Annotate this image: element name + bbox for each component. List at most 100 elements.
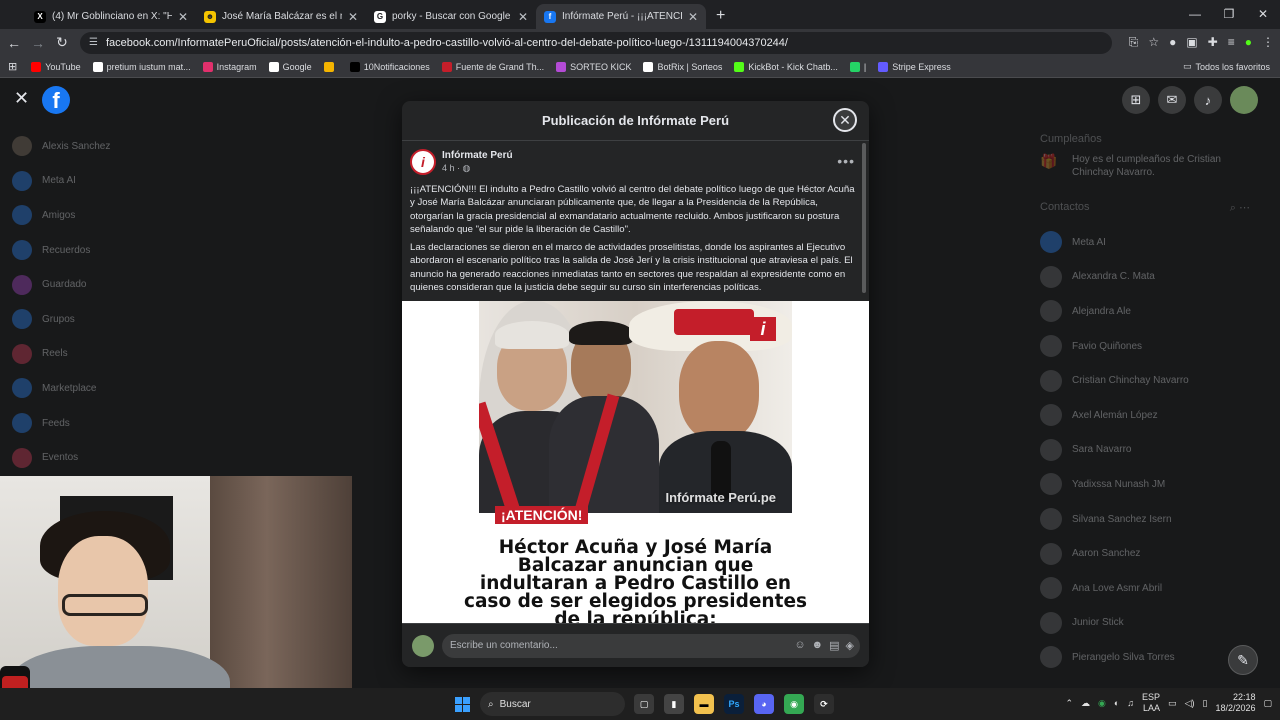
sidebar-item[interactable]: Recuerdos (0, 233, 380, 268)
facebook-logo-icon[interactable]: f (42, 86, 70, 114)
reading-list-icon[interactable]: ≡ (1228, 35, 1235, 50)
bookmark-item[interactable] (323, 61, 338, 72)
contact-item[interactable]: Meta AI (1040, 225, 1270, 260)
menu-dots-icon[interactable]: ⋮ (1262, 35, 1274, 50)
new-tab-button[interactable]: + (706, 7, 735, 29)
sidebar-item[interactable]: Feeds (0, 406, 380, 441)
site-info-icon[interactable]: ☰ (89, 37, 98, 48)
address-bar[interactable]: ☰ facebook.com/InformatePeruOficial/post… (80, 32, 1112, 54)
all-bookmarks[interactable]: ▭ Todos los favoritos (1183, 61, 1270, 72)
contact-item[interactable]: Aaron Sanchez (1040, 536, 1270, 571)
contact-item[interactable]: Alejandra Ale (1040, 294, 1270, 329)
sidebar-item[interactable]: Eventos (0, 440, 380, 475)
avatar-sticker-icon[interactable]: ☺ (794, 639, 805, 652)
close-window-icon[interactable]: ✕ (1246, 0, 1280, 28)
tab-close-icon[interactable]: ✕ (348, 10, 358, 24)
app-icon[interactable]: ▮ (664, 694, 684, 714)
network-icon[interactable]: ▭ (1168, 698, 1177, 709)
sidebar-item[interactable]: Marketplace (0, 371, 380, 406)
reload-icon[interactable]: ↻ (50, 34, 74, 51)
bookmark-item[interactable]: SORTEO KICK (556, 61, 631, 72)
browser-tab[interactable]: X (4) Mr Goblinciano en X: "Hicier ✕ (26, 4, 196, 29)
windows-start-icon[interactable] (455, 697, 470, 712)
new-message-button[interactable]: ✎ (1228, 645, 1258, 675)
notification-icon[interactable]: ▢ (1263, 698, 1272, 709)
bookmark-item[interactable]: Stripe Express (878, 61, 951, 72)
page-avatar[interactable]: i (410, 149, 436, 175)
battery-icon[interactable]: ▯ (1202, 698, 1207, 709)
messenger-icon[interactable]: ✉ (1158, 86, 1186, 114)
bookmark-star-icon[interactable]: ☆ (1148, 35, 1159, 50)
contact-item[interactable]: Axel Alemán López (1040, 398, 1270, 433)
tab-close-icon[interactable]: ✕ (178, 10, 188, 24)
bookmark-item[interactable]: KickBot - Kick Chatb... (734, 61, 838, 72)
tray-app-icon[interactable]: ◐ (1114, 698, 1119, 708)
apps-grid-icon[interactable]: ⊞ (8, 60, 17, 73)
contact-item[interactable]: Junior Stick (1040, 606, 1270, 641)
minimize-icon[interactable]: — (1178, 0, 1212, 28)
restore-icon[interactable]: ❐ (1212, 0, 1246, 28)
extension-icon[interactable]: ▣ (1186, 35, 1197, 50)
avatar[interactable] (1230, 86, 1258, 114)
chrome-icon[interactable]: ◉ (784, 694, 804, 714)
volume-icon[interactable]: ◁) (1185, 698, 1195, 709)
gif-icon[interactable]: ▤ (829, 639, 839, 652)
emoji-icon[interactable]: ☻ (812, 639, 824, 652)
sidebar-item[interactable]: Grupos (0, 302, 380, 337)
bookmark-item[interactable]: Google (268, 61, 312, 72)
bookmark-item[interactable]: YouTube (31, 61, 81, 72)
browser-tab[interactable]: Gporky - Buscar con Google ✕ (366, 4, 536, 29)
sidebar-item[interactable]: Amigos (0, 198, 380, 233)
profile-icon[interactable]: ● (1245, 35, 1252, 50)
birthday-item[interactable]: 🎁 Hoy es el cumpleaños de Cristian Chinc… (1040, 153, 1270, 179)
contacts-search-icon[interactable]: ⌕ ⋯ (1230, 201, 1250, 215)
install-icon[interactable]: ⎘ (1129, 35, 1139, 50)
sticker-icon[interactable]: ◈ (846, 639, 854, 652)
puzzle-icon[interactable]: ✚ (1208, 35, 1218, 50)
discord-icon[interactable]: ◕ (754, 694, 774, 714)
post-timestamp[interactable]: 4 h · ◍ (442, 163, 513, 174)
tab-close-icon[interactable]: ✕ (688, 10, 698, 24)
clock[interactable]: 22:18 18/2/2026 (1215, 692, 1255, 714)
taskbar-search[interactable]: ⌕ Buscar (480, 692, 625, 716)
bookmark-item[interactable]: BotRix | Sorteos (643, 61, 722, 72)
close-viewer-icon[interactable]: ✕ (14, 88, 29, 109)
notifications-bell-icon[interactable]: ♪ (1194, 86, 1222, 114)
sidebar-item[interactable]: Reels (0, 337, 380, 372)
tray-app-icon[interactable]: ☁ (1081, 698, 1090, 709)
contact-item[interactable]: Silvana Sanchez Isern (1040, 502, 1270, 537)
contact-item[interactable]: Favio Quiñones (1040, 329, 1270, 364)
language-indicator[interactable]: ESP LAA (1142, 692, 1160, 714)
contact-item[interactable]: Cristian Chinchay Navarro (1040, 363, 1270, 398)
extension-icon[interactable]: ● (1169, 35, 1176, 50)
sidebar-item[interactable]: Meta AI (0, 164, 380, 199)
browser-tab[interactable]: ☻ José María Balcázar es el nuevo ✕ (196, 4, 366, 29)
bookmark-item[interactable]: Instagram (202, 61, 257, 72)
microphone-icon[interactable]: ♫ (1127, 698, 1134, 708)
tab-close-icon[interactable]: ✕ (518, 10, 528, 24)
app-icon[interactable]: ⟳ (814, 694, 834, 714)
sidebar-item[interactable]: Guardado (0, 267, 380, 302)
contact-item[interactable]: Alexandra C. Mata (1040, 260, 1270, 295)
photoshop-icon[interactable]: Ps (724, 694, 744, 714)
sidebar-item[interactable]: Alexis Sanchez (0, 129, 380, 164)
post-image[interactable]: i Infórmate Perú.pe ¡ATENCIÓN! Héctor Ac… (402, 301, 869, 623)
chevron-up-icon[interactable]: ⌃ (1065, 698, 1073, 709)
task-view-icon[interactable]: ▢ (634, 694, 654, 714)
back-icon[interactable]: ← (2, 35, 26, 51)
comment-input[interactable]: Escribe un comentario... ☺ ☻ ▤ ◈ (442, 633, 860, 658)
modal-close-button[interactable]: ✕ (833, 108, 857, 132)
page-name-link[interactable]: Infórmate Perú (442, 150, 513, 161)
contact-item[interactable]: Sara Navarro (1040, 433, 1270, 468)
file-explorer-icon[interactable]: ▬ (694, 694, 714, 714)
post-options-icon[interactable]: ••• (837, 153, 855, 169)
contact-item[interactable]: Ana Love Asmr Abril (1040, 571, 1270, 606)
browser-tab[interactable]: f Infórmate Perú - ¡¡¡ATENCIÓN!!! ✕ (536, 4, 706, 29)
bookmark-item[interactable]: pretium iustum mat... (92, 61, 191, 72)
bookmark-item[interactable]: Fuente de Grand Th... (441, 61, 544, 72)
modal-scrollbar[interactable] (862, 143, 866, 293)
menu-grid-icon[interactable]: ⊞ (1122, 86, 1150, 114)
forward-icon[interactable]: → (26, 35, 50, 51)
bookmark-item[interactable]: 10Notificaciones (349, 61, 430, 72)
tray-app-icon[interactable]: ◉ (1098, 698, 1106, 709)
